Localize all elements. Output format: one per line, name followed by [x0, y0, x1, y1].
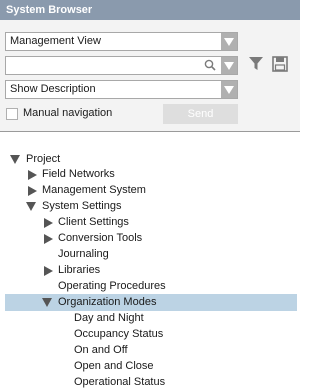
tree-item-label: Journaling: [58, 248, 109, 260]
collapsed-triangle-icon[interactable]: [28, 170, 37, 180]
collapsed-triangle-icon[interactable]: [44, 266, 53, 276]
tree-item-label: Day and Night: [74, 312, 144, 324]
tree-item-label: Libraries: [58, 264, 101, 276]
description-select[interactable]: Show Description: [5, 80, 238, 99]
tree-item-label: Management System: [42, 184, 146, 196]
panel-divider: [0, 131, 300, 132]
search-icon[interactable]: [204, 59, 216, 71]
collapsed-triangle-icon[interactable]: [44, 218, 53, 228]
collapsed-triangle-icon[interactable]: [44, 234, 53, 244]
tree-item-label: Client Settings: [58, 216, 129, 228]
tree-item-label: Open and Close: [74, 360, 154, 372]
expanded-triangle-icon[interactable]: [42, 298, 52, 307]
search-input[interactable]: [5, 56, 238, 75]
filter-icon[interactable]: [249, 57, 263, 71]
tree-item-label: System Settings: [42, 200, 122, 212]
manual-navigation-checkbox[interactable]: [6, 108, 18, 120]
manual-navigation-option[interactable]: Manual navigation: [6, 106, 156, 122]
tree-item-label: On and Off: [74, 344, 128, 356]
tree-item-label: Project: [26, 153, 61, 165]
send-button[interactable]: Send: [163, 104, 238, 124]
chevron-down-icon[interactable]: [221, 57, 237, 74]
tree-item-label: Occupancy Status: [74, 328, 164, 340]
save-icon[interactable]: [272, 56, 288, 72]
expanded-triangle-icon[interactable]: [26, 202, 36, 211]
panel-title: System Browser: [0, 0, 300, 20]
view-select[interactable]: Management View: [5, 32, 238, 51]
manual-navigation-label: Manual navigation: [23, 107, 113, 119]
chevron-down-icon[interactable]: [221, 33, 237, 50]
tree-item-label: Operational Status: [74, 376, 166, 388]
tree-item-label: Field Networks: [42, 168, 115, 180]
tree-item-label: Organization Modes: [58, 296, 157, 308]
view-select-value: Management View: [10, 35, 101, 47]
tree-item-label: Conversion Tools: [58, 232, 143, 244]
expanded-triangle-icon[interactable]: [10, 155, 20, 164]
collapsed-triangle-icon[interactable]: [28, 186, 37, 196]
chevron-down-icon[interactable]: [221, 81, 237, 98]
description-select-value: Show Description: [10, 83, 96, 95]
tree-item-label: Operating Procedures: [58, 280, 166, 292]
